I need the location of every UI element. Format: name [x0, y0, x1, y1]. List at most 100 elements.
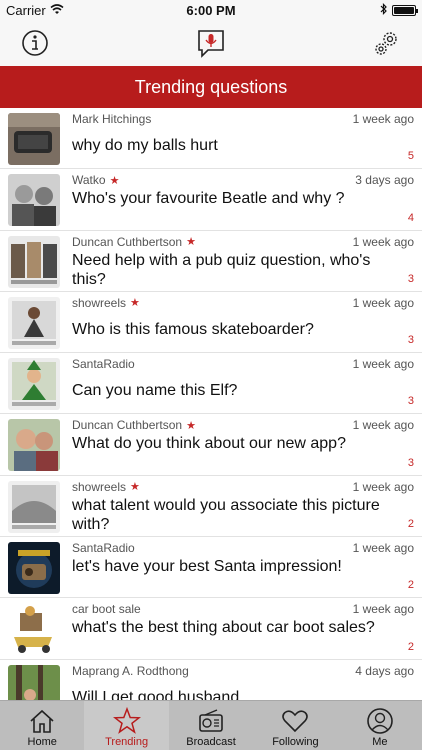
verified-star-icon: ★: [130, 481, 140, 494]
question-text: What do you think about our new app?: [72, 435, 346, 453]
question-row[interactable]: Duncan Cuthbertson ★ 1 week ago Need help…: [0, 231, 422, 292]
question-text: Will I get good husband: [72, 688, 240, 700]
author-name: Duncan Cuthbertson: [72, 234, 183, 249]
author-name: car boot sale: [72, 602, 141, 617]
question-thumbnail: [8, 113, 60, 165]
question-text: Can you name this Elf?: [72, 382, 238, 400]
author-name: showreels: [72, 295, 127, 310]
page-title: Trending questions: [134, 76, 288, 97]
timestamp: 1 week ago: [352, 602, 414, 617]
timestamp: 1 week ago: [352, 295, 414, 310]
author-name: showreels: [72, 479, 127, 494]
question-thumbnail: [8, 174, 60, 227]
question-row[interactable]: Watko ★ 3 days ago Who's your favourite B…: [0, 169, 422, 231]
question-thumbnail: [8, 419, 60, 472]
answer-count: 3: [407, 334, 414, 347]
tab-bar: Home Trending Broadcast Following Me: [0, 700, 422, 750]
question-row[interactable]: showreels ★ 1 week ago what talent would …: [0, 476, 422, 538]
verified-star-icon: ★: [130, 297, 140, 310]
question-thumbnail: [8, 358, 60, 411]
author[interactable]: Duncan Cuthbertson ★: [72, 418, 196, 432]
question-text: Who is this famous skateboarder?: [72, 320, 314, 338]
author[interactable]: Mark Hitchings: [72, 112, 151, 126]
heart-icon: [281, 706, 309, 736]
home-icon: [28, 706, 56, 736]
author-name: SantaRadio: [72, 541, 135, 556]
question-row[interactable]: SantaRadio 1 week ago let's have your be…: [0, 537, 422, 599]
author[interactable]: Watko ★: [72, 173, 119, 187]
question-thumbnail: [8, 542, 60, 595]
tab-following[interactable]: Following: [253, 701, 337, 750]
tab-label: Trending: [105, 736, 149, 748]
author[interactable]: SantaRadio: [72, 541, 135, 555]
page-title-banner: Trending questions: [0, 66, 422, 108]
timestamp: 1 week ago: [352, 357, 414, 372]
timestamp: 4 days ago: [355, 663, 414, 678]
answer-count: 3: [407, 272, 414, 285]
question-thumbnail: [8, 664, 60, 700]
tab-label: Me: [372, 736, 388, 748]
question-thumbnail: [8, 480, 60, 533]
status-bar: Carrier 6:00 PM: [0, 0, 422, 20]
timestamp: 1 week ago: [352, 418, 414, 433]
author-name: SantaRadio: [72, 357, 135, 372]
battery-icon: [392, 4, 418, 16]
timestamp: 1 week ago: [352, 541, 414, 556]
question-text: what's the best thing about car boot sal…: [72, 619, 375, 637]
author-name: Maprang A. Rodthong: [72, 663, 189, 678]
info-icon[interactable]: [18, 26, 52, 60]
author-name: Watko: [72, 173, 106, 188]
author[interactable]: Duncan Cuthbertson ★: [72, 235, 196, 249]
radio-icon: [197, 706, 225, 736]
question-row[interactable]: Mark Hitchings 1 week ago why do my ball…: [0, 108, 422, 170]
question-thumbnail: [8, 603, 60, 656]
question-row[interactable]: showreels ★ 1 week ago Who is this famous…: [0, 292, 422, 354]
user-icon: [366, 706, 394, 736]
question-text: Who's your favourite Beatle and why ?: [72, 190, 345, 208]
nav-bar: [0, 20, 422, 66]
verified-star-icon: ★: [186, 236, 196, 249]
timestamp: 1 week ago: [352, 112, 414, 126]
question-thumbnail: [8, 296, 60, 349]
tab-trending[interactable]: Trending: [84, 701, 169, 750]
answer-count: 2: [407, 518, 414, 531]
answer-count: 4: [407, 211, 414, 224]
question-row[interactable]: SantaRadio 1 week ago Can you name this …: [0, 353, 422, 415]
author[interactable]: car boot sale: [72, 602, 141, 616]
answer-count: 3: [407, 395, 414, 408]
author[interactable]: showreels ★: [72, 296, 140, 310]
tab-home[interactable]: Home: [0, 701, 84, 750]
question-text: Need help with a pub quiz question, who'…: [72, 251, 371, 288]
answer-count: 3: [407, 456, 414, 469]
question-text: why do my balls hurt: [72, 137, 218, 154]
author[interactable]: Maprang A. Rodthong: [72, 664, 189, 678]
author[interactable]: SantaRadio: [72, 357, 135, 371]
tab-broadcast[interactable]: Broadcast: [169, 701, 253, 750]
star-icon: [112, 706, 141, 736]
question-list[interactable]: Mark Hitchings 1 week ago why do my ball…: [0, 108, 422, 700]
tab-label: Following: [272, 736, 319, 748]
author-name: Duncan Cuthbertson: [72, 418, 183, 433]
status-time: 6:00 PM: [186, 2, 236, 18]
question-text: what talent would you associate this pic…: [72, 496, 380, 533]
question-row[interactable]: car boot sale 1 week ago what's the best…: [0, 598, 422, 660]
tab-label: Broadcast: [186, 736, 236, 748]
answer-count: 2: [407, 640, 414, 653]
verified-star-icon: ★: [109, 174, 120, 187]
timestamp: 1 week ago: [352, 479, 414, 494]
author[interactable]: showreels ★: [72, 480, 140, 494]
timestamp: 3 days ago: [355, 173, 414, 188]
settings-gear-icon[interactable]: [370, 26, 404, 60]
answer-count: 2: [407, 579, 414, 592]
question-row[interactable]: Duncan Cuthbertson ★ 1 week ago What do y…: [0, 414, 422, 476]
answer-count: 5: [407, 150, 414, 163]
ask-question-icon[interactable]: [194, 26, 228, 60]
question-text: let's have your best Santa impression!: [72, 558, 342, 576]
question-row[interactable]: Maprang A. Rodthong 4 days ago Will I ge…: [0, 660, 422, 700]
tab-me[interactable]: Me: [338, 701, 422, 750]
author-name: Mark Hitchings: [72, 112, 152, 126]
verified-star-icon: ★: [186, 419, 196, 432]
timestamp: 1 week ago: [352, 234, 414, 249]
tab-label: Home: [27, 736, 57, 748]
question-thumbnail: [8, 235, 60, 288]
